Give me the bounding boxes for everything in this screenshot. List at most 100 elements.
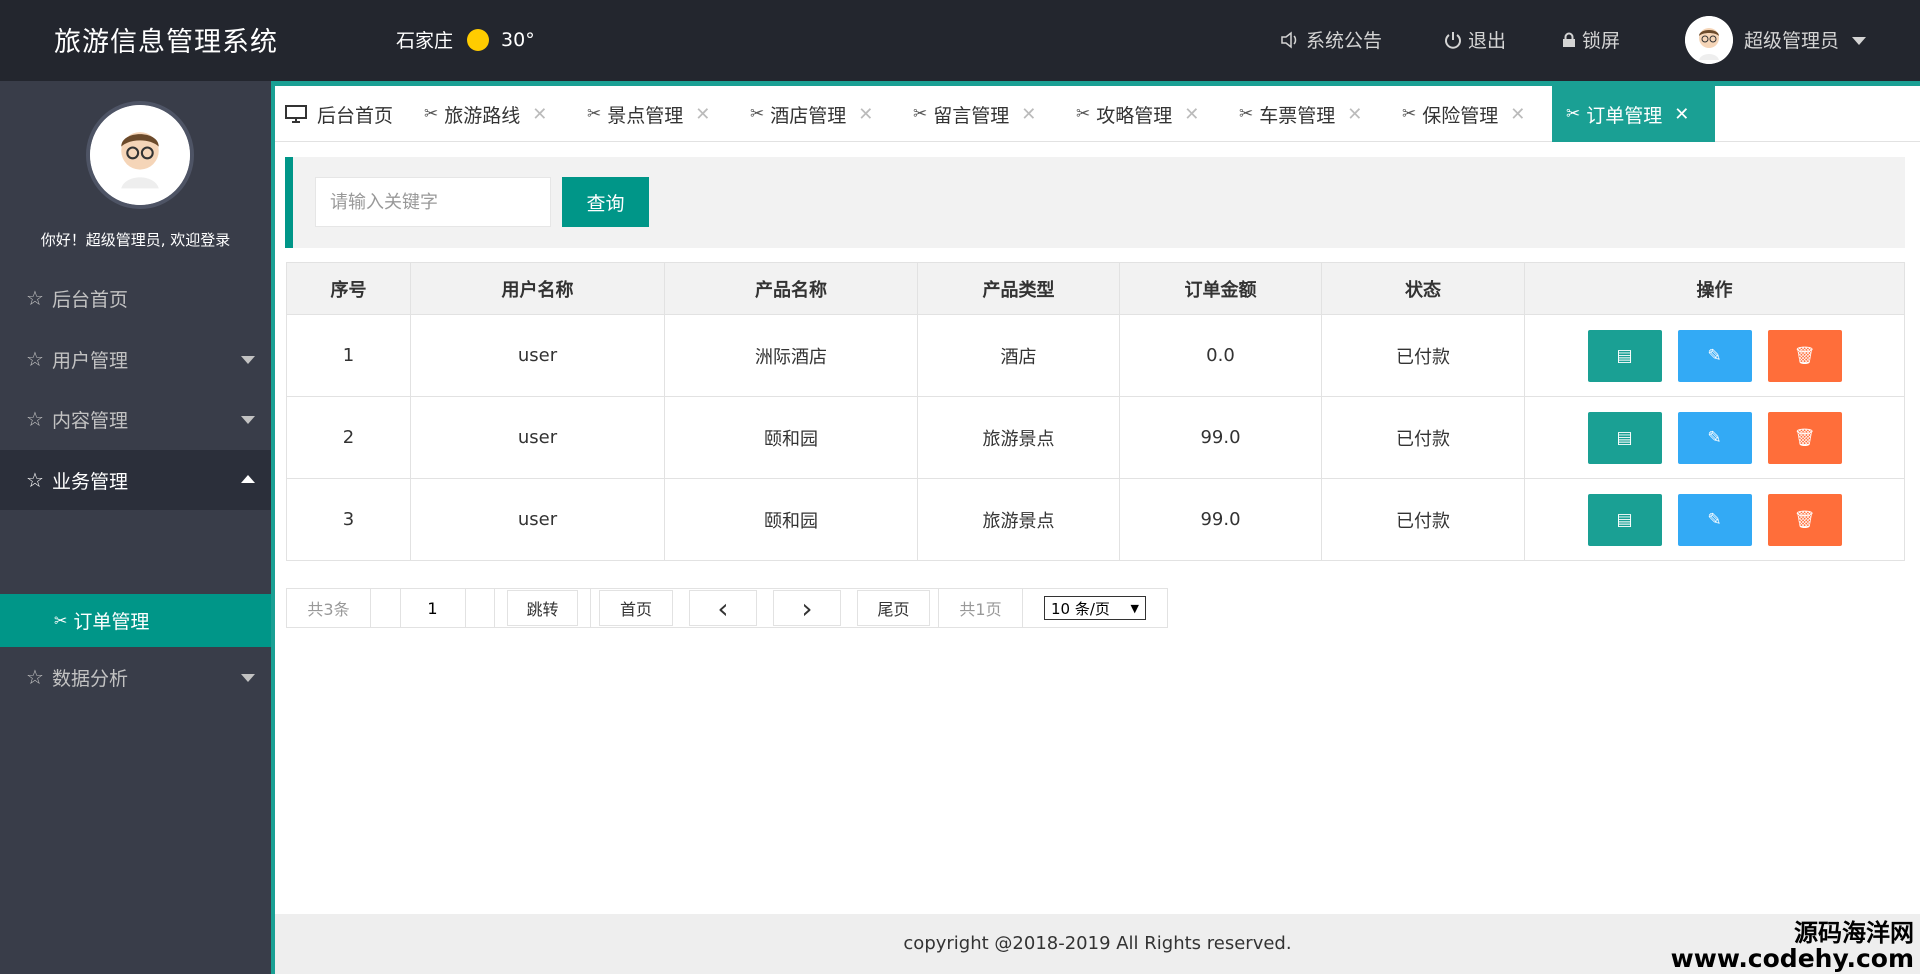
document-icon: ▤ <box>1616 427 1633 448</box>
chevron-down-icon <box>241 356 255 364</box>
power-icon <box>1445 31 1461 49</box>
trash-icon: 🗑 <box>1793 345 1816 366</box>
weather-temperature: 30° <box>501 28 535 51</box>
edit-button[interactable]: ✎ <box>1677 493 1752 546</box>
tools-icon: ✂ <box>1566 104 1581 124</box>
tab-scenic[interactable]: ✂ 景点管理 ✕ <box>587 86 710 142</box>
sidebar-item-label: 后台首页 <box>51 288 128 311</box>
chevron-down-icon <box>241 416 255 424</box>
edit-button[interactable]: ✎ <box>1677 411 1752 464</box>
view-button[interactable]: ▤ <box>1587 493 1662 546</box>
user-avatar[interactable] <box>1685 16 1733 64</box>
edit-button[interactable]: ✎ <box>1677 329 1752 382</box>
cell-status: 已付款 <box>1321 396 1525 479</box>
search-button[interactable]: 查询 <box>562 177 649 227</box>
chevron-up-icon <box>241 475 255 483</box>
tab-label: 留言管理 <box>933 104 1010 127</box>
tab-insurance[interactable]: ✂ 保险管理 ✕ <box>1402 86 1525 142</box>
view-button[interactable]: ▤ <box>1587 329 1662 382</box>
sidebar-item-users[interactable]: ☆ 用户管理 <box>0 329 271 389</box>
monitor-icon <box>285 105 307 123</box>
delete-button[interactable]: 🗑 <box>1767 411 1842 464</box>
close-icon[interactable]: ✕ <box>1674 104 1689 125</box>
sidebar: 你好！超级管理员, 欢迎登录 ☆ 后台首页 ☆ 用户管理 ☆ 内容管理 ☆ 业务… <box>0 81 271 974</box>
page-size-value: 10 条/页 <box>1051 599 1110 618</box>
pagination: 共3条 跳转 首页 ‹ › 尾页 共1页 10 条/页 ▼ <box>286 588 1168 628</box>
close-icon[interactable]: ✕ <box>1510 104 1525 125</box>
lock-screen-link[interactable]: 锁屏 <box>1562 26 1620 53</box>
cell-index: 3 <box>286 478 411 561</box>
sidebar-item-content[interactable]: ☆ 内容管理 <box>0 389 271 449</box>
tab-routes[interactable]: ✂ 旅游路线 ✕ <box>424 86 547 142</box>
page-size-select[interactable]: 10 条/页 ▼ <box>1044 596 1146 620</box>
sidebar-divider <box>271 81 275 974</box>
cell-type: 旅游景点 <box>917 478 1120 561</box>
cell-status: 已付款 <box>1321 314 1525 397</box>
trash-icon: 🗑 <box>1793 509 1816 530</box>
close-icon[interactable]: ✕ <box>1347 104 1362 125</box>
user-menu[interactable]: 超级管理员 <box>1744 26 1839 53</box>
tab-tickets[interactable]: ✂ 车票管理 ✕ <box>1239 86 1362 142</box>
sidebar-item-label: 业务管理 <box>51 470 128 493</box>
delete-button[interactable]: 🗑 <box>1767 493 1842 546</box>
search-input[interactable] <box>315 177 551 227</box>
weather-city: 石家庄 <box>396 30 454 52</box>
close-icon[interactable]: ✕ <box>695 104 710 125</box>
star-icon: ☆ <box>26 347 44 371</box>
pencil-icon: ✎ <box>1707 509 1722 530</box>
watermark-line2: www.codehy.com <box>1670 943 1914 973</box>
column-header: 产品类型 <box>917 262 1120 315</box>
close-icon[interactable]: ✕ <box>1184 104 1199 125</box>
sidebar-item-analytics[interactable]: ☆ 数据分析 <box>0 647 271 707</box>
last-page-button[interactable]: 尾页 <box>857 590 930 626</box>
cell-actions: ▤ ✎ 🗑 <box>1524 314 1905 397</box>
sidebar-item-home[interactable]: ☆ 后台首页 <box>0 268 271 328</box>
page-number-input[interactable] <box>399 588 466 628</box>
column-header: 序号 <box>286 262 411 315</box>
cell-product: 洲际酒店 <box>664 314 918 397</box>
notice-link[interactable]: 系统公告 <box>1280 26 1382 53</box>
sidebar-subitem-orders[interactable]: ✂ 订单管理 <box>0 594 271 647</box>
delete-button[interactable]: 🗑 <box>1767 329 1842 382</box>
logout-label: 退出 <box>1468 30 1507 52</box>
column-header: 状态 <box>1321 262 1525 315</box>
trash-icon: 🗑 <box>1793 427 1816 448</box>
chevron-down-icon[interactable] <box>1852 37 1866 45</box>
orders-table: 序号 用户名称 产品名称 产品类型 订单金额 状态 操作 1 user 洲际酒店… <box>286 262 1905 561</box>
tab-orders[interactable]: ✂ 订单管理 ✕ <box>1552 86 1715 142</box>
next-page-button[interactable]: › <box>773 590 841 626</box>
top-header: 旅游信息管理系统 石家庄 30° 系统公告 退出 锁屏 超级管理员 <box>0 0 1920 81</box>
cell-amount: 0.0 <box>1119 314 1322 397</box>
cell-product: 颐和园 <box>664 396 918 479</box>
logout-link[interactable]: 退出 <box>1444 26 1506 53</box>
tab-guides[interactable]: ✂ 攻略管理 ✕ <box>1076 86 1199 142</box>
cell-status: 已付款 <box>1321 478 1525 561</box>
star-icon: ☆ <box>26 468 44 492</box>
prev-page-button[interactable]: ‹ <box>689 590 757 626</box>
table-header-row: 序号 用户名称 产品名称 产品类型 订单金额 状态 操作 <box>286 262 1905 315</box>
close-icon[interactable]: ✕ <box>1021 104 1036 125</box>
tab-messages[interactable]: ✂ 留言管理 ✕ <box>913 86 1036 142</box>
first-page-button[interactable]: 首页 <box>599 590 673 626</box>
lock-label: 锁屏 <box>1582 30 1621 52</box>
view-button[interactable]: ▤ <box>1587 411 1662 464</box>
close-icon[interactable]: ✕ <box>532 104 547 125</box>
watermark: 源码海洋网 www.codehy.com <box>1670 920 1914 973</box>
cell-product: 颐和园 <box>664 478 918 561</box>
pager-next-wrap: › <box>765 589 849 627</box>
avatar-image <box>1685 16 1733 64</box>
cell-user: user <box>410 314 665 397</box>
tab-home[interactable]: 后台首页 <box>285 86 393 142</box>
sidebar-subitem-label: 订单管理 <box>73 611 150 633</box>
star-icon: ☆ <box>26 665 44 689</box>
close-icon[interactable]: ✕ <box>858 104 873 125</box>
tools-icon: ✂ <box>750 104 765 124</box>
tab-hotels[interactable]: ✂ 酒店管理 ✕ <box>750 86 873 142</box>
welcome-text: 你好！超级管理员, 欢迎登录 <box>40 231 231 249</box>
sidebar-avatar <box>86 101 194 209</box>
pencil-icon: ✎ <box>1707 345 1722 366</box>
jump-button[interactable]: 跳转 <box>507 590 578 626</box>
tab-bar: 后台首页 ✂ 旅游路线 ✕ ✂ 景点管理 ✕ ✂ 酒店管理 ✕ ✂ 留言管理 ✕… <box>275 86 1920 142</box>
pager-prev-wrap: ‹ <box>681 589 765 627</box>
sidebar-item-business[interactable]: ☆ 业务管理 <box>0 450 271 510</box>
